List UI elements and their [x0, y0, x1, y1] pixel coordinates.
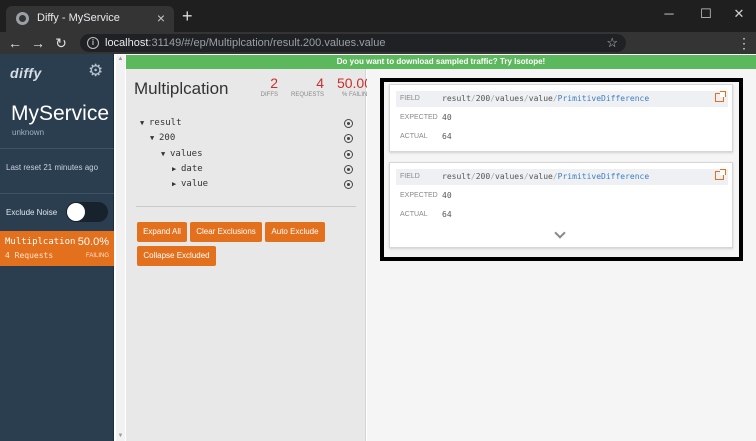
minimize-icon[interactable]: ─ — [659, 4, 679, 24]
bookmark-star-icon[interactable]: ☆ — [606, 35, 618, 51]
collapse-excluded-button[interactable]: Collapse Excluded — [137, 246, 216, 266]
tree-node-values[interactable]: ▼ values — [161, 149, 203, 159]
diffy-logo: diffy — [10, 65, 42, 81]
gear-icon[interactable]: ⚙ — [88, 62, 103, 80]
caret-down-icon[interactable]: ▼ — [150, 134, 159, 142]
window-close-icon[interactable]: ✕ — [729, 4, 749, 24]
endpoint-failing-percent: 50.0% — [77, 236, 109, 248]
tree-divider — [136, 206, 356, 207]
scrollbar[interactable]: ▲ ▼ — [116, 55, 125, 441]
endpoint-name: Multiplcation — [5, 237, 76, 247]
diffs-stat: 2 DIFFS — [254, 75, 278, 100]
last-reset-text: Last reset 21 minutes ago — [6, 163, 99, 172]
kebab-menu-icon[interactable]: ⋮ — [737, 33, 751, 53]
tree-node-result[interactable]: ▼ result — [140, 118, 182, 128]
new-tab-icon[interactable]: + — [182, 6, 193, 26]
tree-node-label: 200 — [159, 133, 176, 143]
isotope-banner[interactable]: Do you want to download sampled traffic?… — [126, 55, 756, 69]
target-icon[interactable] — [344, 134, 353, 143]
requests-label: REQUESTS — [290, 92, 324, 98]
failing-stat: 50.00 % FAILING — [330, 75, 372, 100]
address-bar[interactable]: i localhost:31149/#/ep/Multiplcation/res… — [80, 34, 626, 52]
endpoint-requests: 4 Requests — [5, 251, 54, 260]
service-name: MyService — [11, 102, 110, 125]
forward-arrow-icon[interactable]: → — [29, 33, 47, 53]
target-icon[interactable] — [344, 180, 353, 189]
service-version: unknown — [12, 128, 45, 137]
sidebar-divider — [0, 193, 114, 194]
scroll-up-icon[interactable]: ▲ — [116, 55, 125, 64]
toggle-knob — [67, 203, 85, 221]
target-icon[interactable] — [344, 150, 353, 159]
close-tab-icon[interactable]: × — [157, 10, 165, 26]
requests-count: 4 — [316, 75, 324, 91]
failing-percent: 50.00 — [336, 75, 372, 91]
tree-node-label: values — [170, 149, 203, 159]
scroll-down-icon[interactable]: ▼ — [116, 432, 125, 441]
exclude-noise-toggle[interactable] — [66, 202, 108, 222]
tree-node-label: value — [181, 179, 209, 189]
url-path: :31149/#/ep/Multiplcation/result.200.val… — [148, 37, 386, 49]
tree-node-label: date — [181, 164, 203, 174]
endpoint-failing-label: FAILING — [85, 253, 109, 259]
tree-node-label: result — [149, 118, 182, 128]
auto-exclude-button[interactable]: Auto Exclude — [265, 222, 325, 242]
caret-right-icon[interactable]: ▶ — [172, 165, 181, 173]
browser-toolbar: ← → ↻ i localhost:31149/#/ep/Multiplcati… — [0, 32, 756, 54]
diffs-count: 2 — [270, 75, 278, 91]
highlight-box — [380, 78, 743, 261]
browser-window: Diffy - MyService × + ─ ☐ ✕ ← → ↻ i loca… — [0, 0, 756, 441]
diffs-label: DIFFS — [260, 92, 278, 98]
sidebar: diffy ⚙ MyService unknown Last reset 21 … — [0, 54, 114, 441]
tree-node-date[interactable]: ▶ date — [172, 164, 203, 174]
tree-node-200[interactable]: ▼ 200 — [150, 133, 175, 143]
requests-stat: 4 REQUESTS — [286, 75, 324, 100]
url-text[interactable]: localhost:31149/#/ep/Multiplcation/resul… — [105, 37, 385, 49]
browser-tab[interactable]: Diffy - MyService × — [6, 6, 174, 32]
target-icon[interactable] — [344, 119, 353, 128]
tree-node-value[interactable]: ▶ value — [172, 179, 208, 189]
back-arrow-icon[interactable]: ← — [6, 33, 24, 53]
title-bar: Diffy - MyService × + ─ ☐ ✕ — [0, 0, 756, 32]
tab-title: Diffy - MyService — [37, 12, 120, 24]
maximize-icon[interactable]: ☐ — [696, 4, 716, 24]
exclude-noise-label: Exclude Noise — [6, 208, 58, 217]
target-icon[interactable] — [344, 165, 353, 174]
expand-all-button[interactable]: Expand All — [137, 222, 187, 242]
globe-icon — [16, 12, 29, 25]
sidebar-divider — [0, 148, 114, 149]
endpoint-item-multiplcation[interactable]: Multiplcation 4 Requests 50.0% FAILING — [0, 231, 114, 266]
caret-down-icon[interactable]: ▼ — [161, 150, 170, 158]
caret-right-icon[interactable]: ▶ — [172, 180, 181, 188]
endpoint-title: Multiplcation — [134, 79, 229, 98]
clear-exclusions-button[interactable]: Clear Exclusions — [190, 222, 262, 242]
caret-down-icon[interactable]: ▼ — [140, 119, 149, 127]
failing-label: % FAILING — [341, 92, 372, 98]
endpoint-panel: Multiplcation 2 DIFFS 4 REQUESTS 50.00 %… — [126, 69, 372, 441]
reload-icon[interactable]: ↻ — [52, 33, 70, 53]
info-icon[interactable]: i — [87, 37, 99, 49]
url-host: localhost — [105, 37, 149, 49]
